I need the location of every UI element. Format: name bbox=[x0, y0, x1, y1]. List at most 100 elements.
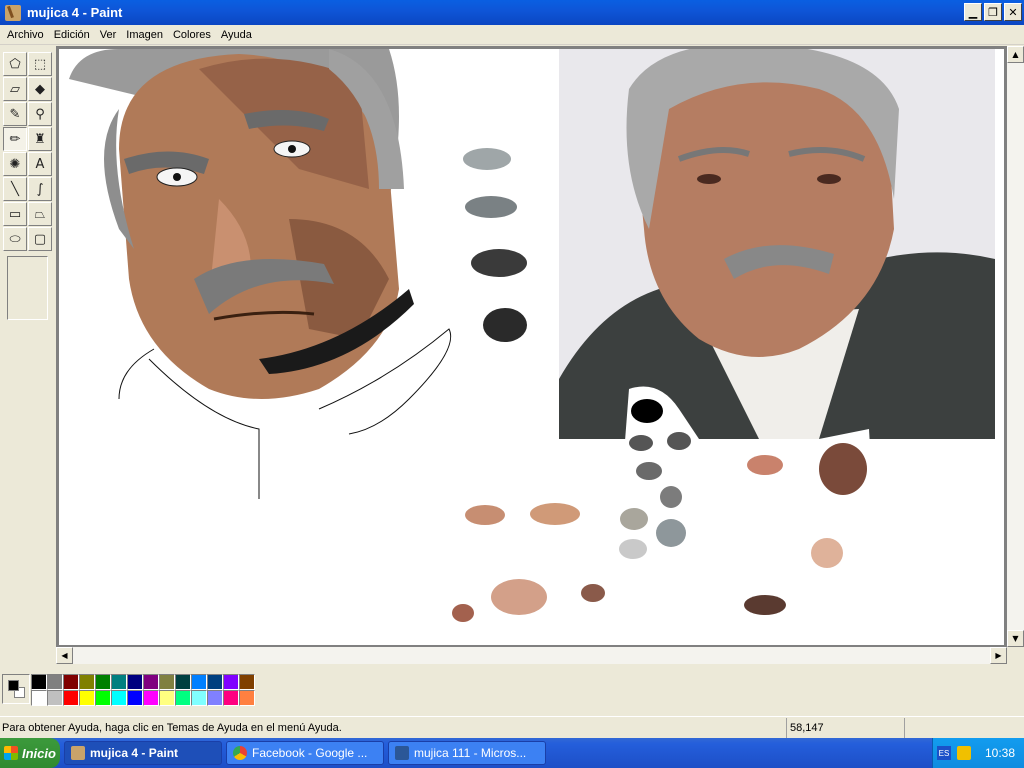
paint-blob bbox=[631, 399, 663, 423]
paint-blob bbox=[629, 435, 653, 451]
taskbar: Inicio mujica 4 - Paint Facebook - Googl… bbox=[0, 738, 1024, 768]
polygon-tool[interactable]: ⏢ bbox=[28, 202, 52, 226]
palette-swatch[interactable] bbox=[159, 674, 175, 690]
menu-colores[interactable]: Colores bbox=[168, 29, 216, 41]
eraser-tool[interactable]: ▱ bbox=[3, 77, 27, 101]
horizontal-scrollbar[interactable]: ◀ ▶ bbox=[56, 647, 1007, 664]
palette-swatch[interactable] bbox=[239, 674, 255, 690]
palette-swatch[interactable] bbox=[175, 690, 191, 706]
palette-swatch[interactable] bbox=[143, 674, 159, 690]
palette-swatch[interactable] bbox=[47, 674, 63, 690]
paint-blob bbox=[530, 503, 580, 525]
palette-swatch[interactable] bbox=[223, 674, 239, 690]
palette-swatch[interactable] bbox=[175, 674, 191, 690]
palette-swatch[interactable] bbox=[191, 674, 207, 690]
start-button[interactable]: Inicio bbox=[0, 738, 60, 768]
word-icon bbox=[395, 746, 409, 760]
palette-swatch[interactable] bbox=[31, 674, 47, 690]
task-label: Facebook - Google ... bbox=[252, 746, 368, 760]
tool-options-panel[interactable] bbox=[7, 256, 48, 320]
paint-blob bbox=[465, 505, 505, 525]
palette-swatch[interactable] bbox=[159, 690, 175, 706]
paint-blob bbox=[811, 538, 843, 568]
menu-imagen[interactable]: Imagen bbox=[121, 29, 168, 41]
color-picker-tool[interactable]: ✎ bbox=[3, 102, 27, 126]
menu-archivo[interactable]: Archivo bbox=[2, 29, 49, 41]
palette-swatch[interactable] bbox=[111, 690, 127, 706]
scroll-right-arrow-icon[interactable]: ▶ bbox=[990, 647, 1007, 664]
close-button[interactable]: ✕ bbox=[1004, 3, 1022, 21]
paint-blob bbox=[581, 584, 605, 602]
status-bar: Para obtener Ayuda, haga clic en Temas d… bbox=[0, 716, 1024, 738]
minimize-button[interactable]: ▁ bbox=[964, 3, 982, 21]
current-colors[interactable] bbox=[2, 674, 30, 704]
curve-tool[interactable]: ∫ bbox=[28, 177, 52, 201]
palette-swatch[interactable] bbox=[63, 674, 79, 690]
paint-blob bbox=[491, 579, 547, 615]
paint-blob bbox=[483, 308, 527, 342]
palette-swatch[interactable] bbox=[95, 674, 111, 690]
paint-blob bbox=[747, 455, 783, 475]
airbrush-tool[interactable]: ✺ bbox=[3, 152, 27, 176]
palette-swatch[interactable] bbox=[31, 690, 47, 706]
palette-swatch[interactable] bbox=[127, 674, 143, 690]
palette-swatch[interactable] bbox=[95, 690, 111, 706]
start-label: Inicio bbox=[22, 745, 56, 761]
paint-blob bbox=[656, 519, 686, 547]
palette-swatch[interactable] bbox=[127, 690, 143, 706]
paint-app-icon bbox=[71, 746, 85, 760]
magnifier-tool[interactable]: ⚲ bbox=[28, 102, 52, 126]
task-label: mujica 4 - Paint bbox=[90, 746, 179, 760]
brush-tool[interactable]: ♜ bbox=[28, 127, 52, 151]
status-size bbox=[904, 717, 1024, 738]
palette-swatch[interactable] bbox=[111, 674, 127, 690]
status-help-text: Para obtener Ayuda, haga clic en Temas d… bbox=[2, 721, 342, 734]
line-tool[interactable]: ╲ bbox=[3, 177, 27, 201]
language-indicator[interactable]: ES bbox=[937, 746, 951, 760]
reference-photo bbox=[559, 49, 995, 439]
palette-swatch[interactable] bbox=[143, 690, 159, 706]
vertical-scrollbar[interactable]: ▲ ▼ bbox=[1007, 46, 1024, 647]
task-label: mujica 111 - Micros... bbox=[414, 746, 527, 760]
network-icon[interactable] bbox=[957, 746, 971, 760]
system-tray: ES 10:38 bbox=[932, 738, 1024, 768]
paint-blob bbox=[819, 443, 867, 495]
rect-select-tool[interactable]: ⬚ bbox=[28, 52, 52, 76]
color-palette bbox=[0, 666, 1024, 712]
rectangle-tool[interactable]: ▭ bbox=[3, 202, 27, 226]
ellipse-tool[interactable]: ⬭ bbox=[3, 227, 27, 251]
menu-ver[interactable]: Ver bbox=[95, 29, 122, 41]
paint-app-icon bbox=[5, 4, 21, 21]
palette-swatch[interactable] bbox=[207, 690, 223, 706]
menu-edicion[interactable]: Edición bbox=[49, 29, 95, 41]
paint-blob bbox=[636, 462, 662, 480]
pencil-tool[interactable]: ✏ bbox=[3, 127, 27, 151]
restore-button[interactable]: ❐ bbox=[984, 3, 1002, 21]
palette-swatch[interactable] bbox=[239, 690, 255, 706]
fill-tool[interactable]: ◆ bbox=[28, 77, 52, 101]
palette-swatch[interactable] bbox=[223, 690, 239, 706]
palette-swatch[interactable] bbox=[207, 674, 223, 690]
rounded-rect-tool[interactable]: ▢ bbox=[28, 227, 52, 251]
palette-swatch[interactable] bbox=[63, 690, 79, 706]
text-tool[interactable]: A bbox=[28, 152, 52, 176]
canvas-viewport bbox=[56, 46, 1007, 650]
paint-blob bbox=[667, 432, 691, 450]
chrome-icon bbox=[233, 746, 247, 760]
scroll-down-arrow-icon[interactable]: ▼ bbox=[1007, 630, 1024, 647]
palette-swatch[interactable] bbox=[191, 690, 207, 706]
scroll-up-arrow-icon[interactable]: ▲ bbox=[1007, 46, 1024, 63]
palette-swatch[interactable] bbox=[79, 674, 95, 690]
taskbar-item-word[interactable]: mujica 111 - Micros... bbox=[388, 741, 546, 765]
paint-blob bbox=[471, 249, 527, 277]
paint-blob bbox=[660, 486, 682, 508]
taskbar-item-chrome[interactable]: Facebook - Google ... bbox=[226, 741, 384, 765]
palette-swatch[interactable] bbox=[79, 690, 95, 706]
palette-swatch[interactable] bbox=[47, 690, 63, 706]
menu-ayuda[interactable]: Ayuda bbox=[216, 29, 257, 41]
drawing-canvas[interactable] bbox=[59, 49, 1004, 645]
scroll-left-arrow-icon[interactable]: ◀ bbox=[56, 647, 73, 664]
paint-blob bbox=[619, 539, 647, 559]
free-select-tool[interactable]: ⬠ bbox=[3, 52, 27, 76]
taskbar-item-paint[interactable]: mujica 4 - Paint bbox=[64, 741, 222, 765]
